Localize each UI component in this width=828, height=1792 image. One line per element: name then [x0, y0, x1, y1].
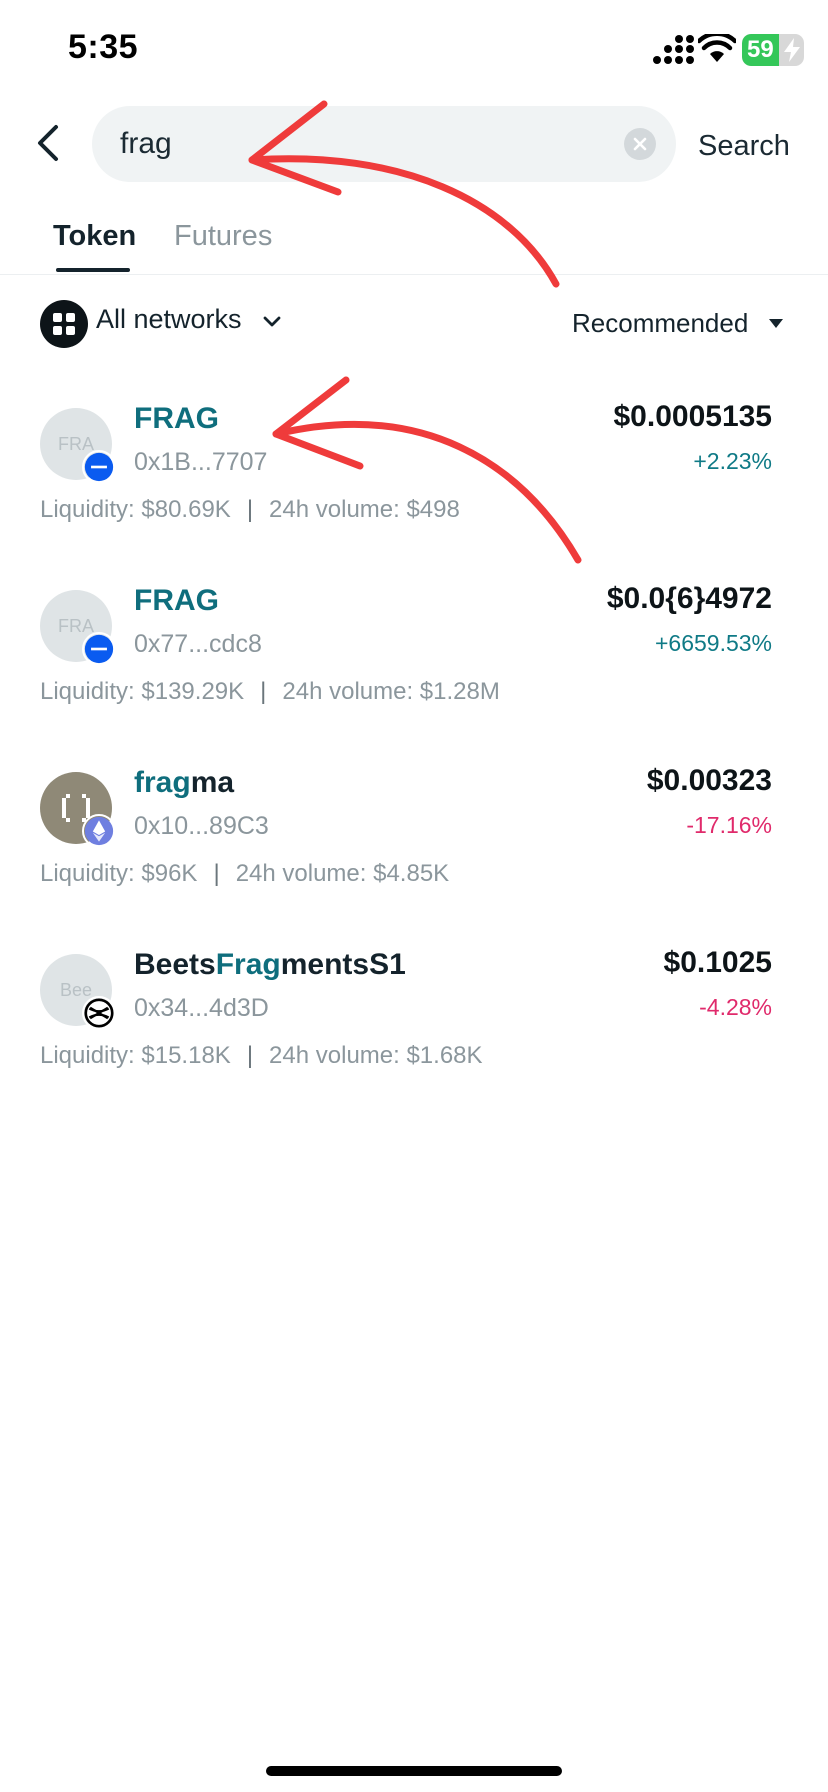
token-price: $0.00323 [646, 764, 772, 797]
caret-down-icon[interactable] [768, 318, 784, 330]
wifi-icon [698, 34, 736, 62]
token-address: 0x10...89C3 [134, 812, 269, 840]
token-stats: Liquidity: $15.18K | 24h volume: $1.68K [40, 1042, 483, 1069]
network-selector[interactable]: All networks [96, 304, 242, 335]
blue-network-icon [82, 450, 116, 484]
token-name-match: Frag [215, 948, 281, 981]
search-button[interactable]: Search [698, 130, 790, 163]
token-price: $0.0{6}4972 [606, 582, 772, 615]
token-change: +6659.53% [654, 630, 772, 656]
token-name-rest: ma [190, 766, 235, 799]
token-name-match: FRAG [134, 584, 219, 617]
token-change: -4.28% [699, 994, 772, 1020]
token-volume: 24h volume: $1.68K [269, 1042, 483, 1069]
token-name-match: frag [134, 766, 191, 799]
token-volume: 24h volume: $498 [269, 496, 460, 523]
tab-token[interactable]: Token [53, 220, 136, 253]
token-name: BeetsFragmentsS1 [134, 948, 406, 982]
search-input[interactable] [120, 106, 600, 182]
token-price: $0.1025 [663, 946, 772, 979]
token-address: 0x77...cdc8 [134, 630, 262, 658]
search-field[interactable] [92, 106, 676, 182]
home-indicator[interactable] [266, 1766, 562, 1776]
token-name-match: FRAG [134, 402, 219, 435]
token-change: -17.16% [686, 812, 772, 838]
token-name: FRAG [134, 402, 219, 436]
token-price: $0.0005135 [613, 400, 773, 433]
token-stats: Liquidity: $80.69K | 24h volume: $498 [40, 496, 460, 523]
sonic-network-icon [82, 996, 116, 1030]
token-liquidity: Liquidity: $80.69K [40, 496, 231, 523]
sort-selector[interactable]: Recommended [572, 308, 748, 339]
all-networks-icon[interactable] [40, 300, 88, 348]
battery-indicator: 59 [742, 34, 804, 66]
clear-search-button[interactable] [624, 128, 656, 160]
tab-bar: Token Futures [0, 208, 828, 275]
battery-level: 59 [747, 36, 774, 63]
status-bar: 5:35 59 [0, 0, 828, 100]
token-stats: Liquidity: $96K | 24h volume: $4.85K [40, 860, 450, 887]
chevron-left-icon [38, 125, 58, 161]
token-row[interactable]: fragma 0x10...89C3 $0.00323 -17.16% Liqu… [0, 742, 828, 912]
token-name-prefix: Beets [134, 948, 216, 981]
token-name: fragma [134, 766, 234, 800]
token-address: 0x1B...7707 [134, 448, 268, 476]
token-row[interactable]: Bee BeetsFragmentsS1 0x34...4d3D $0.1025… [0, 924, 828, 1094]
close-icon [633, 137, 647, 151]
back-button[interactable] [28, 118, 68, 168]
tab-futures[interactable]: Futures [174, 220, 272, 253]
cellular-signal-icon [653, 35, 694, 64]
token-row[interactable]: FRA FRAG 0x77...cdc8 $0.0{6}4972 +6659.5… [0, 560, 828, 730]
charging-bolt-icon [784, 38, 800, 62]
chevron-down-icon[interactable] [262, 312, 282, 332]
token-volume: 24h volume: $4.85K [235, 860, 450, 887]
status-time: 5:35 [68, 28, 139, 66]
token-liquidity: Liquidity: $96K [40, 860, 198, 887]
active-tab-indicator [56, 268, 130, 272]
blue-network-icon [82, 632, 116, 666]
filter-row: All networks Recommended [0, 296, 828, 352]
token-stats: Liquidity: $139.29K | 24h volume: $1.28M [40, 678, 500, 705]
token-change: +2.23% [693, 448, 772, 474]
token-liquidity: Liquidity: $15.18K [40, 1042, 231, 1069]
token-address: 0x34...4d3D [134, 994, 269, 1022]
token-name-rest: mentsS1 [280, 948, 406, 981]
token-liquidity: Liquidity: $139.29K [40, 678, 245, 705]
token-name: FRAG [134, 584, 219, 618]
token-row[interactable]: FRA FRAG 0x1B...7707 $0.0005135 +2.23% L… [0, 378, 828, 548]
ethereum-icon [82, 814, 116, 848]
token-volume: 24h volume: $1.28M [282, 678, 500, 705]
